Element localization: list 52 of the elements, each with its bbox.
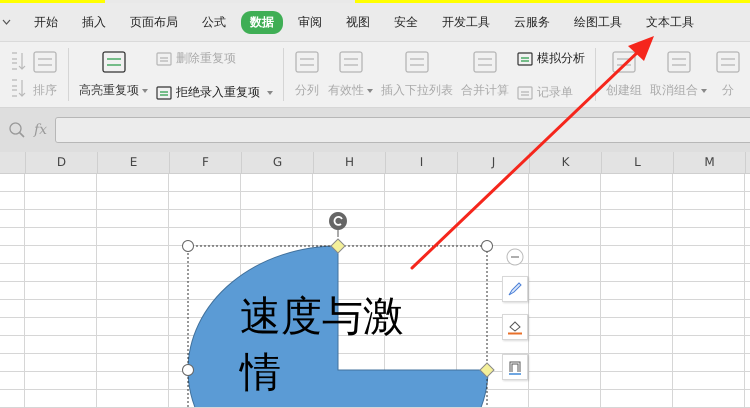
fill-button[interactable] (502, 314, 528, 340)
frame-icon (507, 359, 523, 375)
list-icon (338, 50, 364, 74)
list-icon (517, 84, 533, 100)
adjust-handle[interactable] (330, 238, 346, 254)
menu-tab[interactable]: 视图 (337, 10, 379, 34)
list-icon (156, 50, 172, 66)
paint-bucket-icon (507, 319, 523, 335)
caret-icon[interactable] (2, 19, 11, 25)
ribbon-button[interactable]: 拒绝录入重复项 (154, 84, 275, 101)
ribbon-button[interactable]: 高亮重复项 (77, 46, 150, 107)
resize-handle[interactable] (182, 364, 194, 376)
ribbon-button[interactable]: 模拟分析 (515, 50, 587, 67)
menu-tab[interactable]: 安全 (385, 10, 427, 34)
list-icon (666, 50, 692, 74)
menu-tab[interactable]: 页面布局 (121, 10, 187, 34)
brush-icon (507, 281, 523, 297)
column-header[interactable]: F (170, 152, 242, 173)
menu-tab[interactable]: 插入 (73, 10, 115, 34)
formula-input[interactable] (55, 117, 750, 143)
menu-tab[interactable]: 开始 (25, 10, 67, 34)
column-header[interactable]: J (458, 152, 530, 173)
column-header[interactable]: G (242, 152, 314, 173)
list-icon (517, 50, 533, 66)
column-header[interactable]: H (314, 152, 386, 173)
list-icon (156, 84, 172, 100)
column-header[interactable]: K (530, 152, 602, 173)
list-icon (294, 50, 320, 74)
collapse-icon[interactable] (506, 248, 524, 266)
list-icon (32, 50, 58, 74)
resize-handle[interactable] (182, 240, 194, 252)
adjust-handle[interactable] (479, 362, 495, 378)
list-icon (472, 50, 498, 74)
menu-tab[interactable]: 审阅 (289, 10, 331, 34)
resize-handle[interactable] (481, 240, 493, 252)
outline-button[interactable] (502, 354, 528, 380)
menu-tab[interactable]: 公式 (193, 10, 235, 34)
column-header[interactable]: E (98, 152, 170, 173)
column-header[interactable]: L (602, 152, 674, 173)
style-button[interactable] (502, 276, 528, 302)
menu-tab[interactable]: 云服务 (505, 10, 559, 34)
list-icon (404, 50, 430, 74)
menu-tab[interactable]: 开发工具 (433, 10, 499, 34)
list-icon (100, 50, 126, 74)
column-header[interactable]: I (386, 152, 458, 173)
column-header[interactable]: D (26, 152, 98, 173)
column-header[interactable]: M (674, 152, 746, 173)
rotate-handle[interactable] (329, 212, 347, 238)
list-icon (715, 50, 741, 74)
list-icon (611, 50, 637, 74)
menu-tab[interactable]: 文本工具 (637, 10, 703, 34)
menu-tab[interactable]: 绘图工具 (565, 10, 631, 34)
